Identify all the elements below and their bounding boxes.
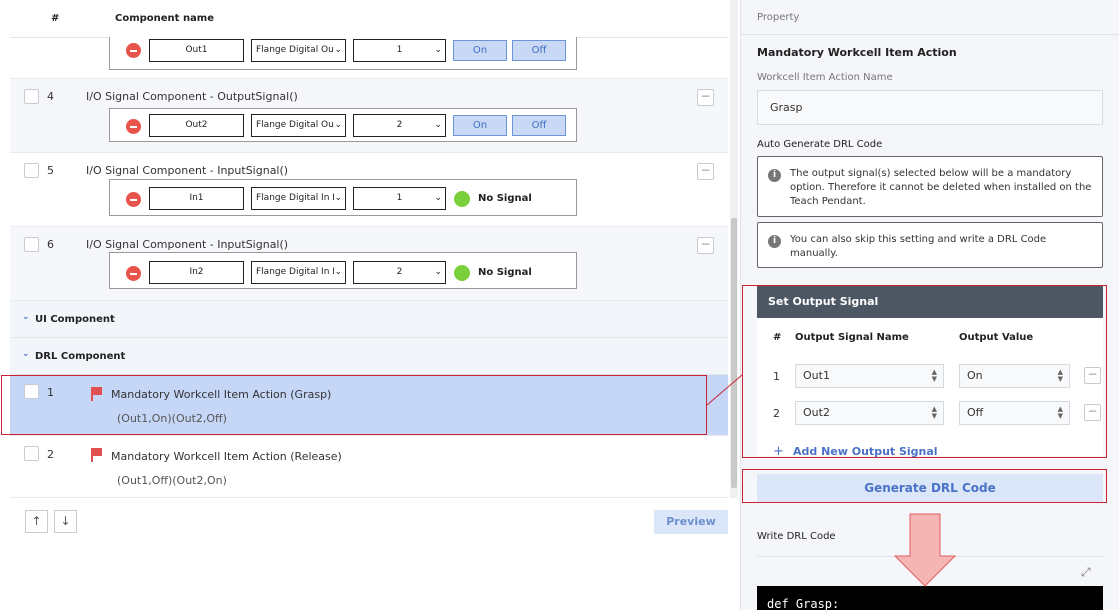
annotation-overlay: [706, 374, 957, 587]
connector-line: [706, 374, 743, 406]
down-arrow-icon: [893, 513, 957, 587]
